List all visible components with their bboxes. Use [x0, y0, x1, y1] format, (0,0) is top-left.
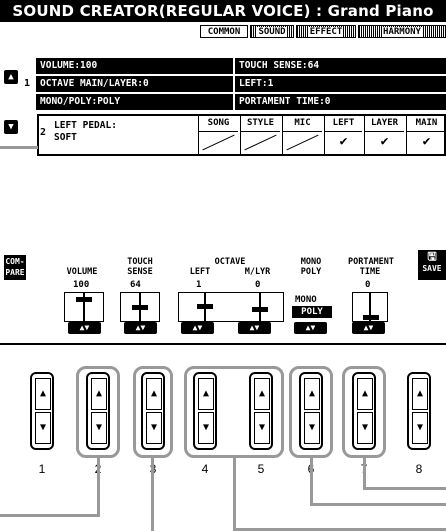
leader-line [310, 503, 446, 506]
poly-option[interactable]: POLY [292, 306, 332, 318]
lcd-screen: SOUND CREATOR(REGULAR VOICE) : Grand Pia… [0, 0, 446, 345]
up-arrow-icon[interactable]: ▲ [412, 378, 428, 410]
portament-time-slider[interactable] [352, 292, 388, 322]
touch-slider-value: 64 [130, 280, 141, 290]
octave-mlyr-up-down-icon[interactable]: ▲▼ [238, 322, 271, 334]
touch-sense-value[interactable]: TOUCH SENSE:64 [235, 58, 446, 74]
sense-label: SENSE [127, 267, 153, 277]
part-main[interactable]: MAIN ✔ [406, 116, 446, 154]
time-value: 0 [365, 280, 371, 290]
portament-time-value[interactable]: PORTAMENT TIME:0 [235, 94, 446, 110]
physical-button-2[interactable]: ▲ ▼ [86, 372, 110, 450]
part-style[interactable]: STYLE [240, 116, 280, 154]
time-up-down-icon[interactable]: ▲▼ [352, 322, 385, 334]
physical-button-4[interactable]: ▲ ▼ [193, 372, 217, 450]
touch-sense-slider[interactable] [120, 292, 160, 322]
up-arrow-icon[interactable]: ▲ [91, 378, 107, 410]
leader-line [151, 458, 154, 531]
physical-button-7[interactable]: ▲ ▼ [352, 372, 376, 450]
up-arrow-icon[interactable]: ▲ [35, 378, 51, 410]
tab-common[interactable]: COMMON [200, 25, 248, 38]
part-mic[interactable]: MIC [282, 116, 322, 154]
down-arrow-icon[interactable]: ▼ [146, 412, 162, 444]
check-icon: ✔ [380, 134, 389, 149]
check-icon: ✔ [339, 134, 348, 149]
compare-button[interactable]: COM- PARE [4, 255, 26, 280]
tab-effect[interactable]: EFFECT [296, 25, 356, 38]
physical-button-8[interactable]: ▲ ▼ [407, 372, 431, 450]
up-arrow-icon[interactable]: ▲ [254, 378, 270, 410]
leader-line [97, 458, 100, 517]
octave-left-value: 1 [196, 280, 202, 290]
touch-up-down-icon[interactable]: ▲▼ [124, 322, 157, 334]
octave-left-up-down-icon[interactable]: ▲▼ [181, 322, 214, 334]
leader-line [233, 458, 236, 531]
part-layer[interactable]: LAYER ✔ [364, 116, 404, 154]
down-arrow-icon[interactable]: ▼ [254, 412, 270, 444]
page-title: SOUND CREATOR(REGULAR VOICE) : Grand Pia… [0, 0, 446, 22]
down-arrow-icon[interactable]: ▼ [4, 120, 18, 134]
leader-line [310, 458, 313, 506]
row-number-1: 1 [24, 78, 31, 89]
portament-top-label: PORTAMENT [347, 257, 395, 267]
leader-line [0, 514, 100, 517]
leader-line [363, 458, 366, 490]
mono-option[interactable]: MONO [295, 295, 317, 305]
mono-top-label: MONO [300, 257, 322, 267]
octave-main-layer-value[interactable]: OCTAVE MAIN/LAYER:0 [36, 76, 233, 92]
button-number-4: 4 [201, 462, 209, 476]
volume-value[interactable]: VOLUME:100 [36, 58, 233, 74]
poly-label: POLY [300, 267, 322, 277]
button-number-1: 1 [38, 462, 46, 476]
physical-button-5[interactable]: ▲ ▼ [249, 372, 273, 450]
tab-harmony[interactable]: HARMONY [358, 25, 446, 38]
octave-mlyr-value: 0 [255, 280, 261, 290]
left-octave-value[interactable]: LEFT:1 [235, 76, 446, 92]
volume-slider[interactable] [64, 292, 104, 322]
button-number-5: 5 [257, 462, 265, 476]
volume-slider-value: 100 [73, 280, 90, 290]
down-arrow-icon[interactable]: ▼ [35, 412, 51, 444]
up-arrow-icon[interactable]: ▲ [198, 378, 214, 410]
down-arrow-icon[interactable]: ▼ [357, 412, 373, 444]
down-arrow-icon[interactable]: ▼ [198, 412, 214, 444]
time-label: TIME [359, 267, 381, 277]
down-arrow-icon[interactable]: ▼ [91, 412, 107, 444]
down-arrow-icon[interactable]: ▼ [412, 412, 428, 444]
save-button[interactable]: 🖫 SAVE [418, 250, 446, 280]
down-arrow-icon[interactable]: ▼ [304, 412, 320, 444]
octave-left-label: LEFT [189, 267, 211, 277]
floppy-icon: 🖫 [427, 250, 437, 263]
octave-group-label: OCTAVE [214, 257, 246, 267]
volume-label: VOLUME [66, 267, 98, 277]
physical-button-3[interactable]: ▲ ▼ [141, 372, 165, 450]
monopoly-up-down-icon[interactable]: ▲▼ [294, 322, 327, 334]
part-song[interactable]: SONG [198, 116, 238, 154]
up-arrow-icon[interactable]: ▲ [357, 378, 373, 410]
up-arrow-icon[interactable]: ▲ [304, 378, 320, 410]
left-pedal-label: LEFT PEDAL: SOFT [54, 120, 117, 143]
volume-up-down-icon[interactable]: ▲▼ [68, 322, 101, 334]
tab-sound[interactable]: SOUND [250, 25, 294, 38]
mono-poly-value[interactable]: MONO/POLY:POLY [36, 94, 233, 110]
leader-line [363, 487, 446, 490]
check-icon: ✔ [422, 134, 431, 149]
octave-mlyr-label: M/LYR [244, 267, 271, 277]
touch-label-top: TOUCH [127, 257, 153, 267]
up-arrow-icon[interactable]: ▲ [146, 378, 162, 410]
tab-bar: COMMON SOUND EFFECT HARMONY [0, 22, 446, 40]
octave-sliders[interactable] [178, 292, 284, 322]
button-number-8: 8 [415, 462, 423, 476]
up-arrow-icon[interactable]: ▲ [4, 70, 18, 84]
physical-button-6[interactable]: ▲ ▼ [299, 372, 323, 450]
part-left[interactable]: LEFT ✔ [324, 116, 362, 154]
physical-button-1[interactable]: ▲ ▼ [30, 372, 54, 450]
leader-line [0, 146, 38, 149]
